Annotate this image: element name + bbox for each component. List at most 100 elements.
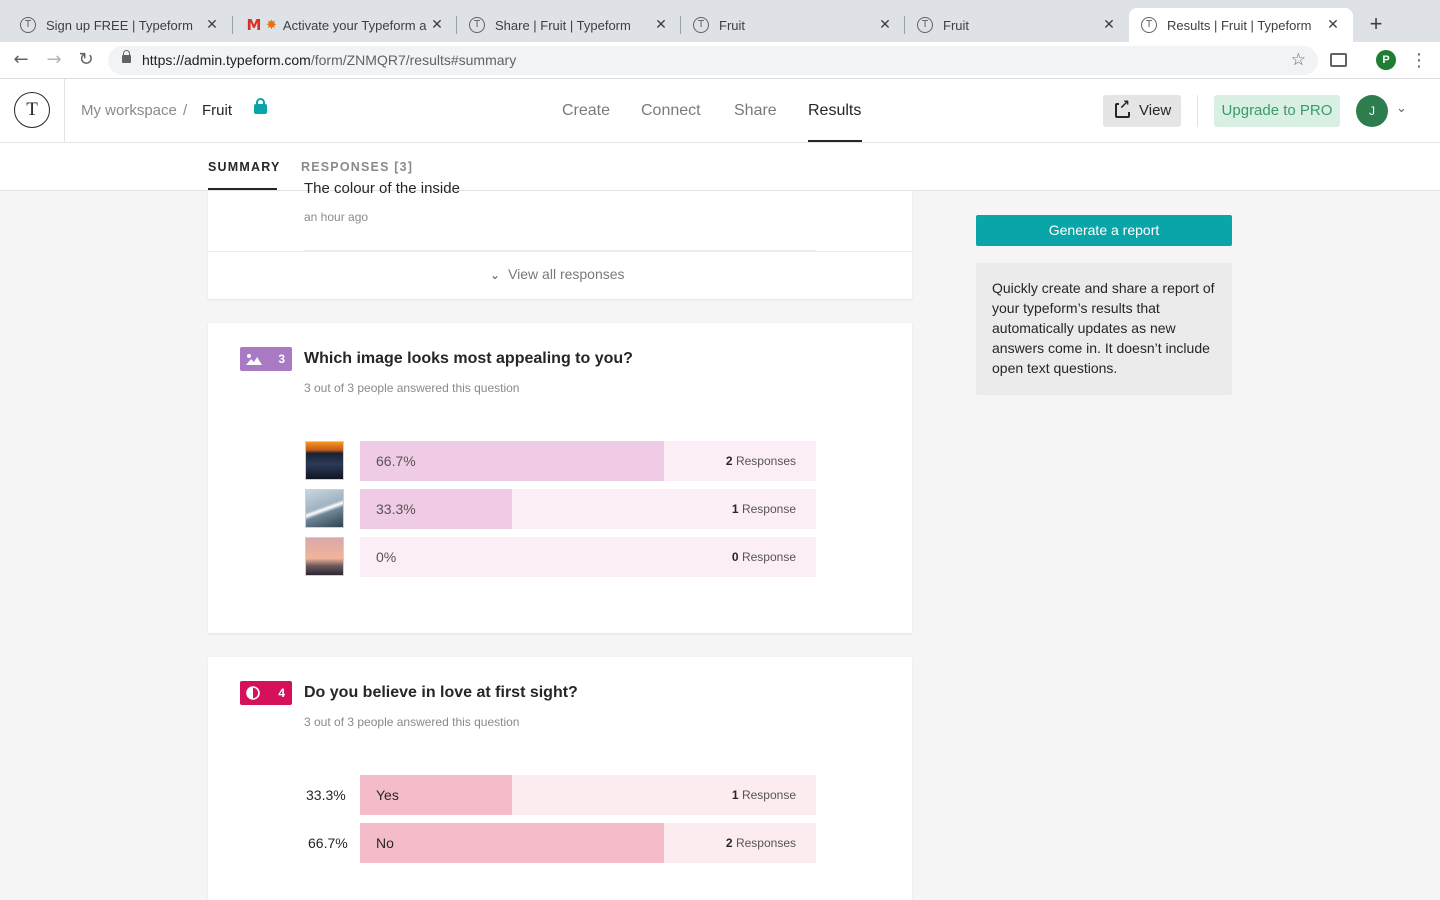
question-card-previous (208, 191, 912, 299)
typeform-icon: T (693, 17, 709, 33)
chevron-down-icon[interactable]: ⌄ (1396, 101, 1407, 116)
option-percent: 0% (376, 549, 397, 565)
yes-no-icon (246, 686, 260, 700)
option-responses: 1 Response (732, 502, 796, 516)
view-button[interactable]: View (1103, 95, 1181, 127)
option-answer: No (376, 835, 394, 851)
address-bar: ← → ↻ https://admin.typeform.com/form/ZN… (0, 42, 1440, 79)
browser-tab[interactable]: T Fruit ✕ (681, 8, 905, 42)
breadcrumb-separator: / (183, 102, 188, 119)
option-percent: 66.7% (308, 835, 348, 851)
tab-summary[interactable]: SUMMARY (208, 160, 281, 174)
gmail-icon: M (246, 16, 262, 34)
option-percent: 66.7% (376, 453, 416, 469)
tab-title: Activate your Typeform a (282, 17, 427, 33)
tab-title: Fruit (943, 17, 969, 33)
close-icon[interactable]: ✕ (877, 17, 893, 33)
close-icon[interactable]: ✕ (653, 17, 669, 33)
close-icon[interactable]: ✕ (429, 17, 445, 33)
external-link-icon (1115, 99, 1130, 118)
breadcrumb-form[interactable]: Fruit (202, 102, 232, 119)
upgrade-button[interactable]: Upgrade to PRO (1214, 95, 1340, 127)
browser-tab-bar: T Sign up FREE | Typeform ✕ M ✸ Activate… (0, 0, 1440, 42)
back-icon[interactable]: ← (9, 48, 33, 72)
results-subtabs: SUMMARY RESPONSES [3] (0, 143, 1440, 191)
option-bar: Yes 1 Response (360, 775, 816, 815)
bookmark-star-icon[interactable]: ☆ (1291, 50, 1306, 70)
option-image-sunset-lake (305, 441, 344, 480)
picture-choice-badge: 3 (240, 347, 292, 371)
tab-title: Share | Fruit | Typeform (495, 17, 631, 33)
close-icon[interactable]: ✕ (1325, 17, 1341, 33)
tab-title: Results | Fruit | Typeform (1167, 17, 1312, 33)
browser-profile-avatar[interactable]: P (1376, 50, 1396, 70)
typeform-logo[interactable]: T (14, 92, 50, 128)
reload-icon[interactable]: ↻ (74, 48, 98, 72)
option-responses: 1 Response (732, 788, 796, 802)
report-info-box: Quickly create and share a report of you… (976, 263, 1232, 395)
user-avatar[interactable]: J (1356, 95, 1388, 127)
option-answer: Yes (376, 787, 399, 803)
screen-capture-icon[interactable] (1330, 53, 1347, 67)
nav-share[interactable]: Share (734, 102, 777, 120)
response-count: 2 (725, 836, 733, 850)
view-all-responses-link[interactable]: ⌄ View all responses (490, 266, 625, 282)
app-header: T My workspace / Fruit Create Connect Sh… (0, 79, 1440, 143)
url-host: https://admin.typeform.com (142, 52, 311, 68)
generate-report-button[interactable]: Generate a report (976, 215, 1232, 246)
active-nav-underline (808, 140, 862, 142)
bar-fill (360, 823, 665, 863)
padlock-icon[interactable] (254, 98, 267, 114)
question-subtitle: 3 out of 3 people answered this question (304, 715, 520, 729)
breadcrumb-workspace[interactable]: My workspace (81, 102, 177, 119)
image-icon (246, 354, 262, 365)
close-icon[interactable]: ✕ (1101, 17, 1117, 33)
yes-no-badge: 4 (240, 681, 292, 705)
browser-tab-active[interactable]: T Results | Fruit | Typeform ✕ (1129, 8, 1353, 42)
url-text[interactable]: https://admin.typeform.com/form/ZNMQR7/r… (142, 52, 516, 68)
response-text: The colour of the inside (304, 180, 460, 197)
divider (1197, 95, 1198, 127)
option-responses: 2 Responses (726, 836, 796, 850)
option-bar: 0% 0 Response (360, 537, 816, 577)
option-percent: 33.3% (306, 787, 346, 803)
divider (64, 79, 65, 143)
option-responses: 2 Responses (726, 454, 796, 468)
question-number: 3 (278, 352, 285, 366)
tab-title: Fruit (719, 17, 745, 33)
typeform-icon: T (20, 17, 36, 33)
new-tab-icon[interactable]: + (1364, 12, 1388, 36)
response-label: Responses (735, 454, 796, 468)
view-all-label: View all responses (508, 266, 625, 282)
browser-tab[interactable]: T Sign up FREE | Typeform ✕ (8, 8, 232, 42)
question-number: 4 (278, 686, 285, 700)
nav-results[interactable]: Results (808, 102, 861, 120)
nav-create[interactable]: Create (562, 102, 610, 120)
nav-connect[interactable]: Connect (641, 102, 701, 120)
response-count: 0 (731, 550, 739, 564)
typeform-icon: T (469, 17, 485, 33)
typeform-icon: T (1141, 17, 1157, 33)
question-subtitle: 3 out of 3 people answered this question (304, 381, 520, 395)
more-menu-icon[interactable]: ⋮ (1410, 48, 1428, 72)
forward-icon[interactable]: → (42, 48, 66, 72)
question-title: Do you believe in love at first sight? (304, 684, 578, 701)
tab-responses[interactable]: RESPONSES [3] (301, 160, 413, 174)
question-title: Which image looks most appealing to you? (304, 350, 633, 367)
browser-tab[interactable]: T Share | Fruit | Typeform ✕ (457, 8, 681, 42)
response-count: 1 (731, 502, 739, 516)
option-bar: 66.7% 2 Responses (360, 441, 816, 481)
chevron-down-icon: ⌄ (490, 268, 501, 282)
response-label: Response (741, 502, 796, 516)
response-label: Response (741, 788, 796, 802)
option-image-city-skyline (305, 537, 344, 576)
close-icon[interactable]: ✕ (204, 17, 220, 33)
lock-icon (122, 50, 131, 63)
option-percent: 33.3% (376, 501, 416, 517)
response-label: Response (741, 550, 796, 564)
browser-tab[interactable]: M ✸ Activate your Typeform a ✕ (233, 8, 457, 42)
divider (208, 251, 912, 252)
response-count: 1 (731, 788, 739, 802)
url-field[interactable]: https://admin.typeform.com/form/ZNMQR7/r… (108, 46, 1318, 75)
browser-tab[interactable]: T Fruit ✕ (905, 8, 1129, 42)
